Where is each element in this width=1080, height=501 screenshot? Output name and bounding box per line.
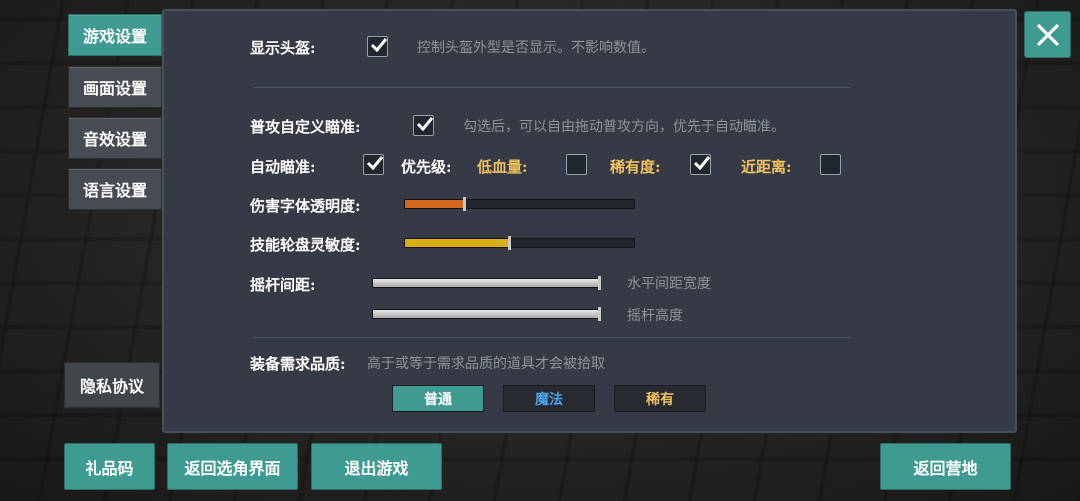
rarity-label: 稀有度:: [610, 158, 661, 176]
helmet-hint: 控制头盔外型是否显示。不影响数值。: [417, 40, 655, 56]
quality-rare-button[interactable]: 稀有: [614, 385, 706, 412]
joystick-height-hint: 摇杆高度: [627, 308, 683, 324]
checkmark-icon: [693, 156, 711, 171]
tab-audio-settings[interactable]: 音效设置: [68, 117, 162, 159]
low-hp-label: 低血量:: [477, 158, 528, 176]
helmet-label: 显示头盔:: [250, 39, 316, 57]
back-to-camp-button[interactable]: 返回营地: [880, 443, 1011, 490]
auto-aim-checkbox[interactable]: [363, 154, 384, 175]
checkmark-icon: [366, 156, 384, 171]
quality-magic-button[interactable]: 魔法: [503, 385, 595, 412]
equipment-quality-hint: 高于或等于需求品质的道具才会被拾取: [367, 356, 605, 372]
custom-aim-checkbox[interactable]: [413, 115, 434, 136]
tab-game-settings[interactable]: 游戏设置: [68, 14, 162, 56]
divider: [254, 87, 850, 88]
skill-sensitivity-slider[interactable]: [404, 236, 635, 250]
skill-sensitivity-label: 技能轮盘灵敏度:: [250, 236, 361, 254]
joystick-horizontal-hint: 水平间距宽度: [627, 276, 711, 292]
priority-label: 优先级:: [401, 158, 452, 176]
rarity-checkbox[interactable]: [690, 154, 711, 175]
low-hp-checkbox[interactable]: [566, 154, 587, 175]
quality-common-button[interactable]: 普通: [392, 385, 484, 412]
gift-code-button[interactable]: 礼品码: [64, 443, 155, 490]
slider-handle[interactable]: [508, 236, 512, 250]
damage-opacity-label: 伤害字体透明度:: [250, 197, 361, 215]
auto-aim-label: 自动瞄准:: [250, 158, 316, 176]
tab-graphics-settings[interactable]: 画面设置: [68, 66, 162, 108]
joystick-horizontal-slider[interactable]: [372, 276, 601, 290]
damage-opacity-slider[interactable]: [404, 197, 635, 211]
nearest-checkbox[interactable]: [820, 154, 841, 175]
settings-panel: 显示头盔: 控制头盔外型是否显示。不影响数值。 普攻自定义瞄准: 勾选后，可以自…: [162, 9, 1017, 433]
custom-aim-label: 普攻自定义瞄准:: [250, 118, 361, 136]
tab-language-settings[interactable]: 语言设置: [68, 168, 162, 210]
joystick-height-slider[interactable]: [372, 307, 601, 321]
helmet-checkbox[interactable]: [367, 36, 388, 57]
slider-handle[interactable]: [598, 276, 601, 290]
checkmark-icon: [416, 117, 434, 132]
equipment-quality-label: 装备需求品质:: [250, 355, 346, 373]
close-button[interactable]: [1024, 11, 1071, 58]
checkmark-icon: [370, 38, 388, 53]
joystick-spacing-label: 摇杆间距:: [250, 276, 316, 294]
back-to-character-select-button[interactable]: 返回选角界面: [167, 443, 298, 490]
custom-aim-hint: 勾选后，可以自由拖动普攻方向，优先于自动瞄准。: [463, 119, 785, 135]
divider: [254, 337, 850, 338]
slider-fill: [373, 279, 600, 287]
privacy-policy-button[interactable]: 隐私协议: [64, 362, 160, 408]
slider-fill: [405, 239, 511, 247]
nearest-label: 近距离:: [741, 158, 792, 176]
slider-handle[interactable]: [462, 197, 466, 211]
close-icon: [1036, 23, 1059, 46]
slider-handle[interactable]: [598, 307, 601, 321]
slider-fill: [405, 200, 465, 208]
slider-fill: [373, 310, 600, 318]
exit-game-button[interactable]: 退出游戏: [311, 443, 442, 490]
